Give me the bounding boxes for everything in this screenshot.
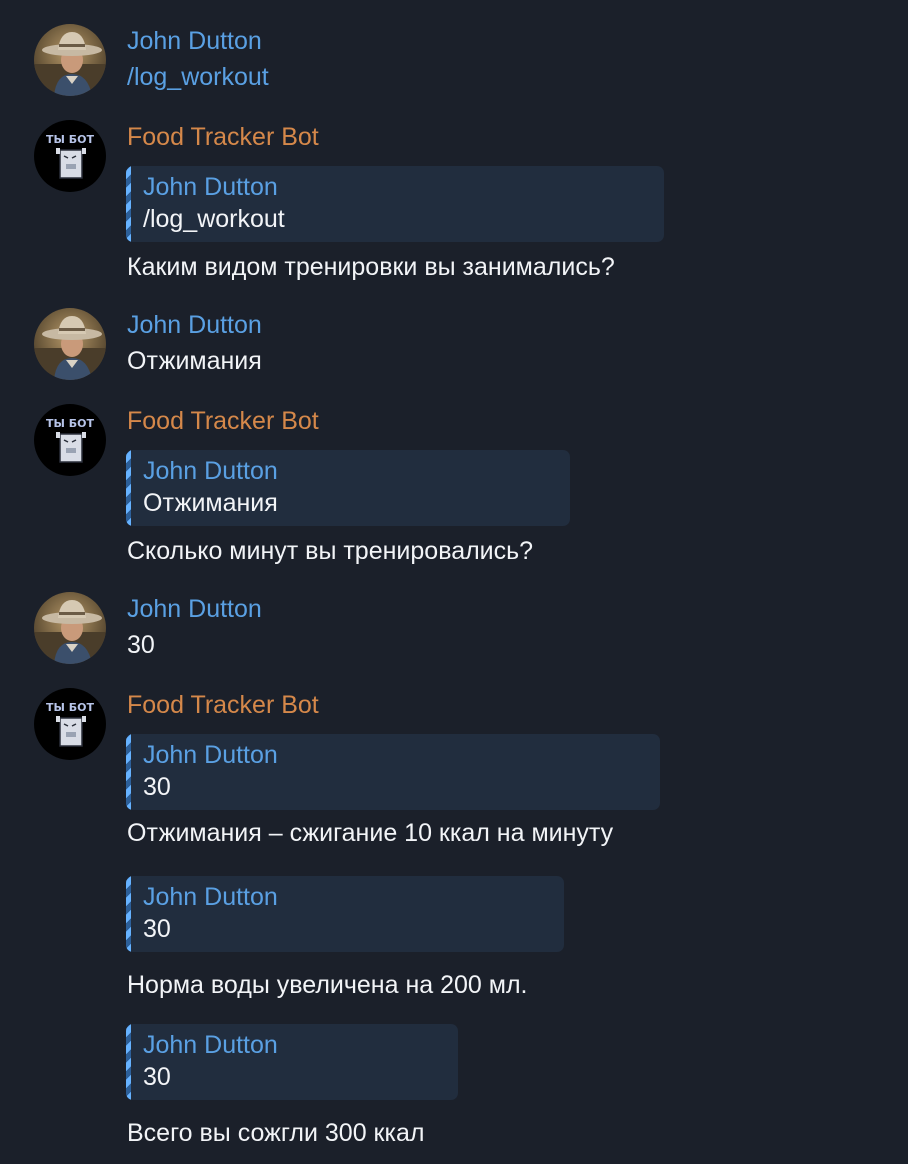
user-avatar[interactable] — [34, 24, 106, 96]
message-text: Каким видом тренировки вы занимались? — [127, 253, 615, 281]
bot-badge-label: ТЫ БОТ — [46, 701, 94, 714]
reply-quote[interactable]: John Dutton 30 — [126, 734, 660, 810]
message-bot[interactable]: ТЫ БОТ Food Tracker Bot John Dutton Отжи… — [0, 395, 908, 585]
bot-avatar[interactable]: ТЫ БОТ — [34, 120, 106, 192]
sender-name[interactable]: John Dutton — [127, 310, 262, 340]
sender-name[interactable]: Food Tracker Bot — [127, 122, 319, 152]
quote-sender: John Dutton — [143, 1031, 278, 1059]
cowboy-avatar-icon — [34, 24, 106, 96]
reply-quote[interactable]: John Dutton Отжимания — [126, 450, 570, 526]
robot-avatar-icon: ТЫ БОТ — [34, 120, 106, 192]
sender-name[interactable]: John Dutton — [127, 26, 262, 56]
message-text: Сколько минут вы тренировались? — [127, 537, 534, 565]
message-text: Всего вы сожгли 300 ккал — [127, 1119, 425, 1147]
quote-bar — [126, 166, 131, 242]
message-bot-continuation[interactable]: John Dutton 30 Всего вы сожгли 300 ккал — [0, 1010, 908, 1164]
quote-sender: John Dutton — [143, 173, 278, 201]
reply-quote[interactable]: John Dutton 30 — [126, 876, 564, 952]
cowboy-avatar-icon — [34, 592, 106, 664]
quote-text: 30 — [143, 1063, 171, 1091]
message-user[interactable]: John Dutton Отжимания — [0, 300, 908, 395]
sender-name[interactable]: Food Tracker Bot — [127, 690, 319, 720]
quote-bar — [126, 876, 131, 952]
quote-text: /log_workout — [143, 205, 285, 233]
quote-text: 30 — [143, 915, 171, 943]
sender-name[interactable]: Food Tracker Bot — [127, 406, 319, 436]
user-avatar[interactable] — [34, 308, 106, 380]
message-text: Отжимания – сжигание 10 ккал на минуту — [127, 819, 614, 847]
bot-avatar[interactable]: ТЫ БОТ — [34, 404, 106, 476]
bot-badge-label: ТЫ БОТ — [46, 133, 94, 146]
message-text: Отжимания — [127, 347, 262, 375]
quote-bar — [126, 1024, 131, 1100]
bot-badge-label: ТЫ БОТ — [46, 417, 94, 430]
robot-avatar-icon: ТЫ БОТ — [34, 688, 106, 760]
quote-text: Отжимания — [143, 489, 278, 517]
message-user[interactable]: John Dutton 30 — [0, 585, 908, 680]
quote-sender: John Dutton — [143, 741, 278, 769]
message-bot[interactable]: ТЫ БОТ Food Tracker Bot John Dutton /log… — [0, 110, 908, 300]
command-link[interactable]: /log_workout — [127, 62, 269, 92]
message-user[interactable]: John Dutton /log_workout — [0, 0, 908, 110]
message-bot-continuation[interactable]: John Dutton 30 Норма воды увеличена на 2… — [0, 860, 908, 1010]
chat-history: John Dutton /log_workout ТЫ БОТ Food Tra… — [0, 0, 908, 1164]
quote-text: 30 — [143, 773, 171, 801]
bot-avatar[interactable]: ТЫ БОТ — [34, 688, 106, 760]
quote-bar — [126, 450, 131, 526]
quote-sender: John Dutton — [143, 457, 278, 485]
robot-avatar-icon: ТЫ БОТ — [34, 404, 106, 476]
reply-quote[interactable]: John Dutton 30 — [126, 1024, 458, 1100]
sender-name[interactable]: John Dutton — [127, 594, 262, 624]
message-bot[interactable]: ТЫ БОТ Food Tracker Bot John Dutton 30 О… — [0, 680, 908, 860]
message-text: Норма воды увеличена на 200 мл. — [127, 971, 528, 999]
quote-sender: John Dutton — [143, 883, 278, 911]
message-text: 30 — [127, 631, 155, 659]
cowboy-avatar-icon — [34, 308, 106, 380]
quote-bar — [126, 734, 131, 810]
reply-quote[interactable]: John Dutton /log_workout — [126, 166, 664, 242]
user-avatar[interactable] — [34, 592, 106, 664]
